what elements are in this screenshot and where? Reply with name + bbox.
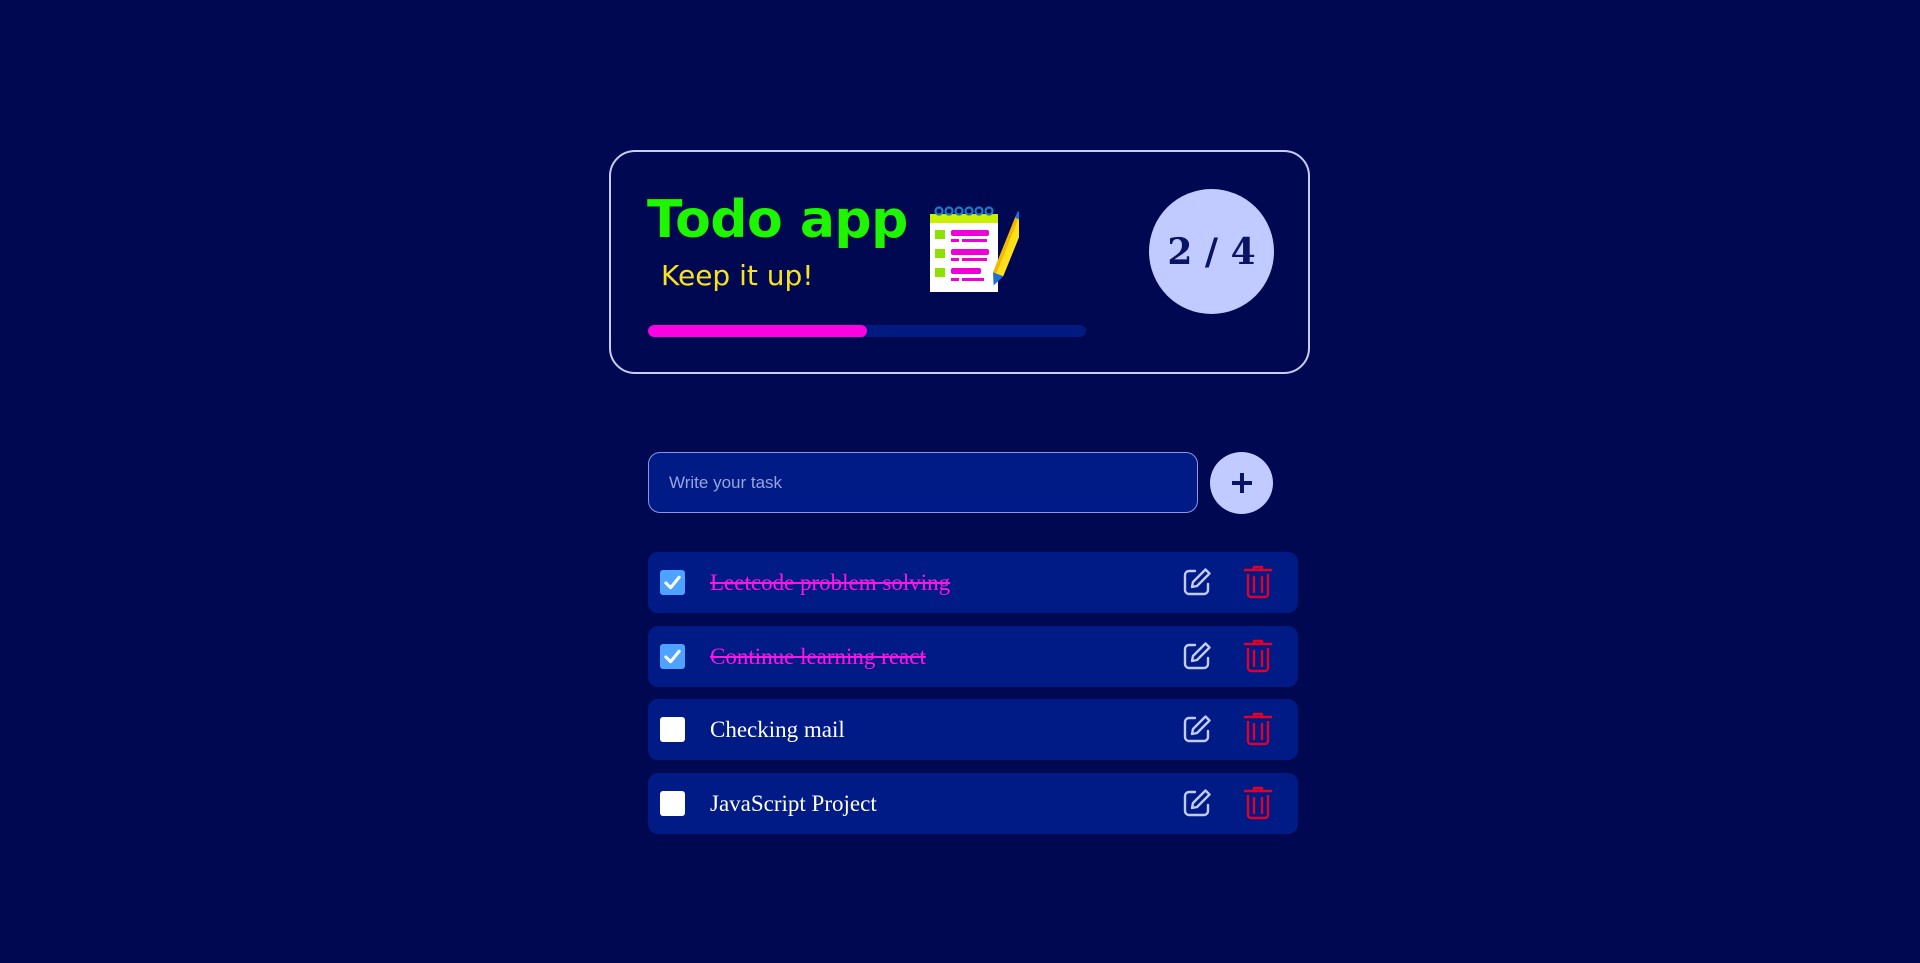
trash-icon <box>1243 565 1273 599</box>
progress-bar-fill <box>648 325 867 337</box>
edit-task-button[interactable] <box>1180 786 1214 820</box>
edit-task-button[interactable] <box>1180 712 1214 746</box>
task-text: JavaScript Project <box>710 790 877 816</box>
edit-task-button[interactable] <box>1180 565 1214 599</box>
task-text: Leetcode problem solving <box>710 570 951 595</box>
progress-bar <box>648 325 1086 337</box>
task-item: JavaScript Project <box>648 772 1298 834</box>
edit-icon <box>1183 568 1211 596</box>
task-checkbox[interactable] <box>660 643 685 669</box>
notepad-pencil-icon <box>930 206 1019 292</box>
encouragement-text: Keep it up! <box>661 259 814 292</box>
task-item: Checking mail <box>648 699 1298 761</box>
delete-task-button[interactable] <box>1241 786 1275 820</box>
delete-task-button[interactable] <box>1241 712 1275 746</box>
delete-task-button[interactable] <box>1241 639 1275 673</box>
edit-icon <box>1183 715 1211 743</box>
task-checkbox[interactable] <box>660 790 685 816</box>
task-text: Checking mail <box>710 717 845 743</box>
plus-icon <box>1231 473 1252 493</box>
edit-icon <box>1183 641 1211 669</box>
header-card: Todo app Keep it up! 2 / 4 <box>609 150 1310 374</box>
task-item: Leetcode problem solving <box>648 552 1298 613</box>
task-list: Leetcode problem solving Continue learni… <box>648 552 1298 846</box>
trash-icon <box>1243 639 1273 672</box>
edit-task-button[interactable] <box>1180 639 1214 673</box>
trash-icon <box>1243 712 1273 746</box>
task-checkbox[interactable] <box>660 717 685 743</box>
delete-task-button[interactable] <box>1241 565 1275 599</box>
task-counter: 2 / 4 <box>1149 189 1274 314</box>
check-icon <box>664 575 681 590</box>
app-title: Todo app <box>647 190 908 250</box>
trash-icon <box>1243 786 1273 819</box>
task-input[interactable] <box>648 452 1198 513</box>
add-task-button[interactable] <box>1210 452 1273 514</box>
task-text: Continue learning react <box>710 643 926 669</box>
task-checkbox[interactable] <box>660 570 685 595</box>
edit-icon <box>1183 789 1211 816</box>
todo-app: Todo app Keep it up! 2 / 4 Write your ta… <box>0 0 1920 963</box>
check-icon <box>664 649 681 663</box>
task-item: Continue learning react <box>648 625 1298 687</box>
